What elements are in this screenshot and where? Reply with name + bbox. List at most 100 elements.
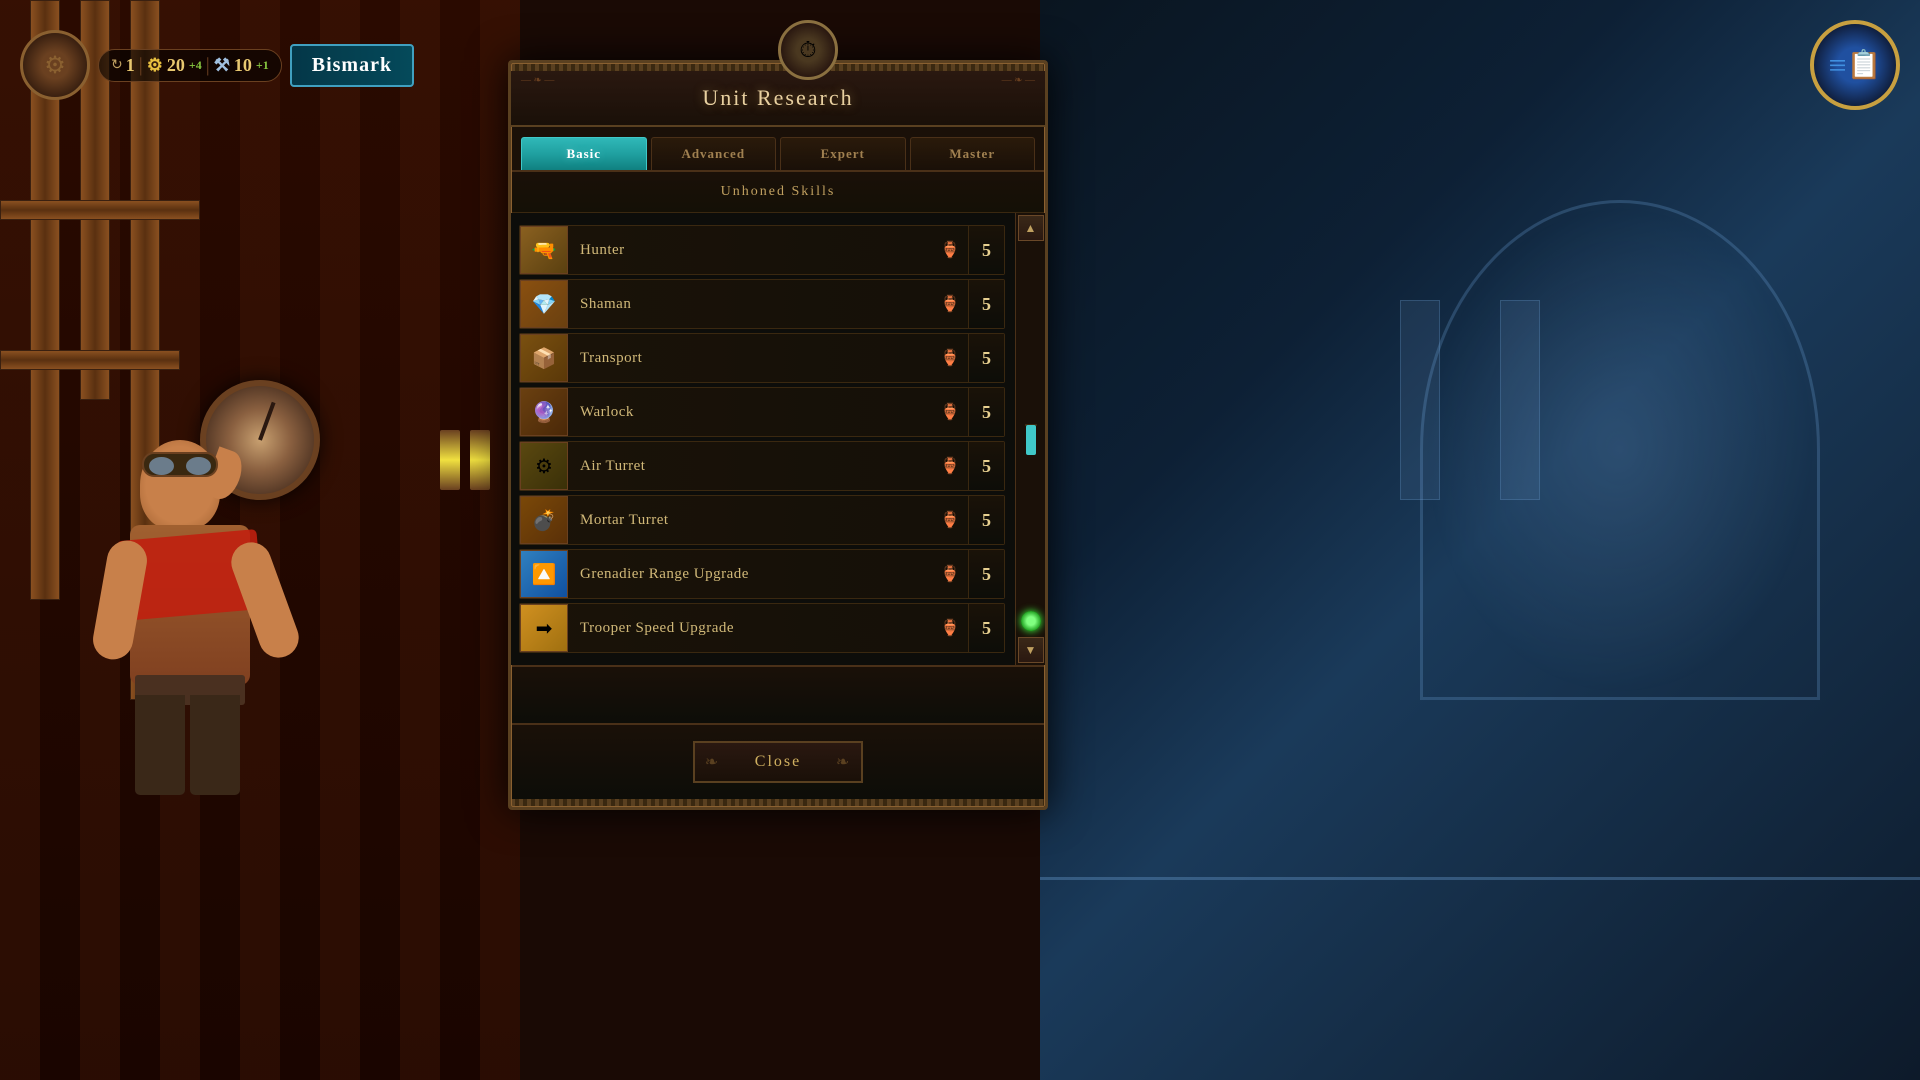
scene-bridge: [1040, 877, 1920, 880]
res-divider2: |: [206, 54, 210, 77]
char-leg-l: [135, 695, 185, 795]
light-fixture: [440, 430, 460, 490]
hunter-icon-glyph: 🔫: [532, 238, 557, 263]
skill-icon-grenadier: 🔼: [520, 550, 568, 598]
warlock-icon-glyph: 🔮: [532, 400, 557, 425]
pipe: [0, 350, 180, 370]
scroll-down-icon: ▼: [1025, 643, 1037, 658]
skill-row-mortar-turret[interactable]: 💣 Mortar Turret 🏺 5: [519, 495, 1005, 545]
close-btn-area: Close: [511, 725, 1045, 799]
resource1: ⚙ 20 +4: [147, 55, 202, 76]
section-title: Unhoned Skills: [721, 184, 836, 199]
skill-name-mortar-turret: Mortar Turret: [568, 512, 940, 529]
shaman-cost-icon: 🏺: [940, 294, 960, 314]
skill-name-trooper: Trooper Speed Upgrade: [568, 620, 940, 637]
skill-count-grenadier: 5: [968, 550, 1004, 598]
tab-advanced[interactable]: Advanced: [651, 137, 777, 170]
skill-count-mortar-turret: 5: [968, 496, 1004, 544]
trooper-cost-icon: 🏺: [940, 618, 960, 638]
hud-portrait: ⚙: [20, 30, 90, 100]
skill-row-grenadier[interactable]: 🔼 Grenadier Range Upgrade 🏺 5: [519, 549, 1005, 599]
pipe: [0, 200, 200, 220]
skill-name-grenadier: Grenadier Range Upgrade: [568, 566, 940, 583]
skill-name-hunter: Hunter: [568, 242, 940, 259]
warlock-cost-icon: 🏺: [940, 402, 960, 422]
turn-value: 1: [126, 55, 135, 76]
tabs-container: Basic Advanced Expert Master: [511, 127, 1045, 172]
scroll-down-btn[interactable]: ▼: [1018, 637, 1044, 663]
skills-container: 🔫 Hunter 🏺 5 💎 Shaman 🏺 5 📦 Transport: [511, 213, 1045, 665]
emblem-icon: ⏱: [799, 37, 816, 63]
skill-icon-mortar-turret: 💣: [520, 496, 568, 544]
dialog-ornament-bottom: [511, 799, 1045, 807]
skill-name-transport: Transport: [568, 350, 940, 367]
close-label: Close: [755, 753, 801, 770]
resource2-value: 10: [234, 55, 252, 76]
char-leg-r: [190, 695, 240, 795]
scene-arch: [1420, 200, 1820, 700]
grenadier-icon-glyph: 🔼: [532, 562, 557, 587]
skill-name-warlock: Warlock: [568, 404, 940, 421]
skill-count-warlock: 5: [968, 388, 1004, 436]
skill-name-air-turret: Air Turret: [568, 458, 940, 475]
skill-row-air-turret[interactable]: ⚙ Air Turret 🏺 5: [519, 441, 1005, 491]
scroll-track-area: [1025, 243, 1037, 607]
air-turret-cost-icon: 🏺: [940, 456, 960, 476]
skill-name-shaman: Shaman: [568, 296, 940, 313]
char-goggles: [142, 452, 218, 477]
skill-count-trooper: 5: [968, 604, 1004, 652]
portrait-icon: ⚙: [44, 51, 66, 80]
transport-icon-glyph: 📦: [532, 346, 557, 371]
light-fixture: [470, 430, 490, 490]
tab-master[interactable]: Master: [910, 137, 1036, 170]
tab-basic[interactable]: Basic: [521, 137, 647, 170]
skill-icon-hunter: 🔫: [520, 226, 568, 274]
skill-icon-warlock: 🔮: [520, 388, 568, 436]
skill-row-hunter[interactable]: 🔫 Hunter 🏺 5: [519, 225, 1005, 275]
grenadier-cost-icon: 🏺: [940, 564, 960, 584]
skill-icon-air-turret: ⚙: [520, 442, 568, 490]
skill-count-transport: 5: [968, 334, 1004, 382]
scroll-up-icon: ▲: [1025, 221, 1037, 236]
dialog-bottom-area: [511, 665, 1045, 725]
skill-icon-shaman: 💎: [520, 280, 568, 328]
skill-row-warlock[interactable]: 🔮 Warlock 🏺 5: [519, 387, 1005, 437]
resource1-value: 20: [167, 55, 185, 76]
turn-counter: ↻ 1: [111, 55, 135, 76]
tab-expert[interactable]: Expert: [780, 137, 906, 170]
character: [70, 380, 330, 1060]
skill-count-shaman: 5: [968, 280, 1004, 328]
skill-row-trooper[interactable]: ➡ Trooper Speed Upgrade 🏺 5: [519, 603, 1005, 653]
hunter-cost-icon: 🏺: [940, 240, 960, 260]
skill-count-hunter: 5: [968, 226, 1004, 274]
transport-cost-icon: 🏺: [940, 348, 960, 368]
scroll-thumb: [1026, 425, 1036, 455]
dialog-title: Unit Research: [702, 85, 853, 110]
skill-row-shaman[interactable]: 💎 Shaman 🏺 5: [519, 279, 1005, 329]
bg-right: [1040, 0, 1920, 1080]
dialog-ornament-top: [511, 63, 1045, 71]
mortarturret-icon-glyph: 💣: [532, 508, 557, 533]
scroll-up-btn[interactable]: ▲: [1018, 215, 1044, 241]
menu-icon: 📋: [1847, 48, 1882, 82]
section-header: Unhoned Skills: [511, 172, 1045, 213]
resource1-delta: +4: [189, 58, 202, 73]
top-emblem: ⏱: [778, 20, 838, 80]
skill-icon-trooper: ➡: [520, 604, 568, 652]
skills-list: 🔫 Hunter 🏺 5 💎 Shaman 🏺 5 📦 Transport: [511, 213, 1045, 665]
scroll-indicator: [1021, 611, 1041, 631]
hud-resources: ↻ 1 | ⚙ 20 +4 | ⚒ 10 +1: [98, 49, 282, 82]
player-name: Bismark: [290, 44, 414, 87]
menu-button[interactable]: 📋: [1810, 20, 1900, 110]
res-divider: |: [139, 54, 143, 77]
skill-icon-transport: 📦: [520, 334, 568, 382]
bg-scene-left: [0, 0, 520, 1080]
close-button[interactable]: Close: [693, 741, 863, 783]
trooper-icon-glyph: ➡: [536, 616, 553, 641]
airturret-icon-glyph: ⚙: [535, 454, 553, 479]
skill-row-transport[interactable]: 📦 Transport 🏺 5: [519, 333, 1005, 383]
dialog-header: Unit Research: [511, 71, 1045, 127]
mortar-turret-cost-icon: 🏺: [940, 510, 960, 530]
unit-research-dialog: Unit Research Basic Advanced Expert Mast…: [508, 60, 1048, 810]
shaman-icon-glyph: 💎: [532, 292, 557, 317]
